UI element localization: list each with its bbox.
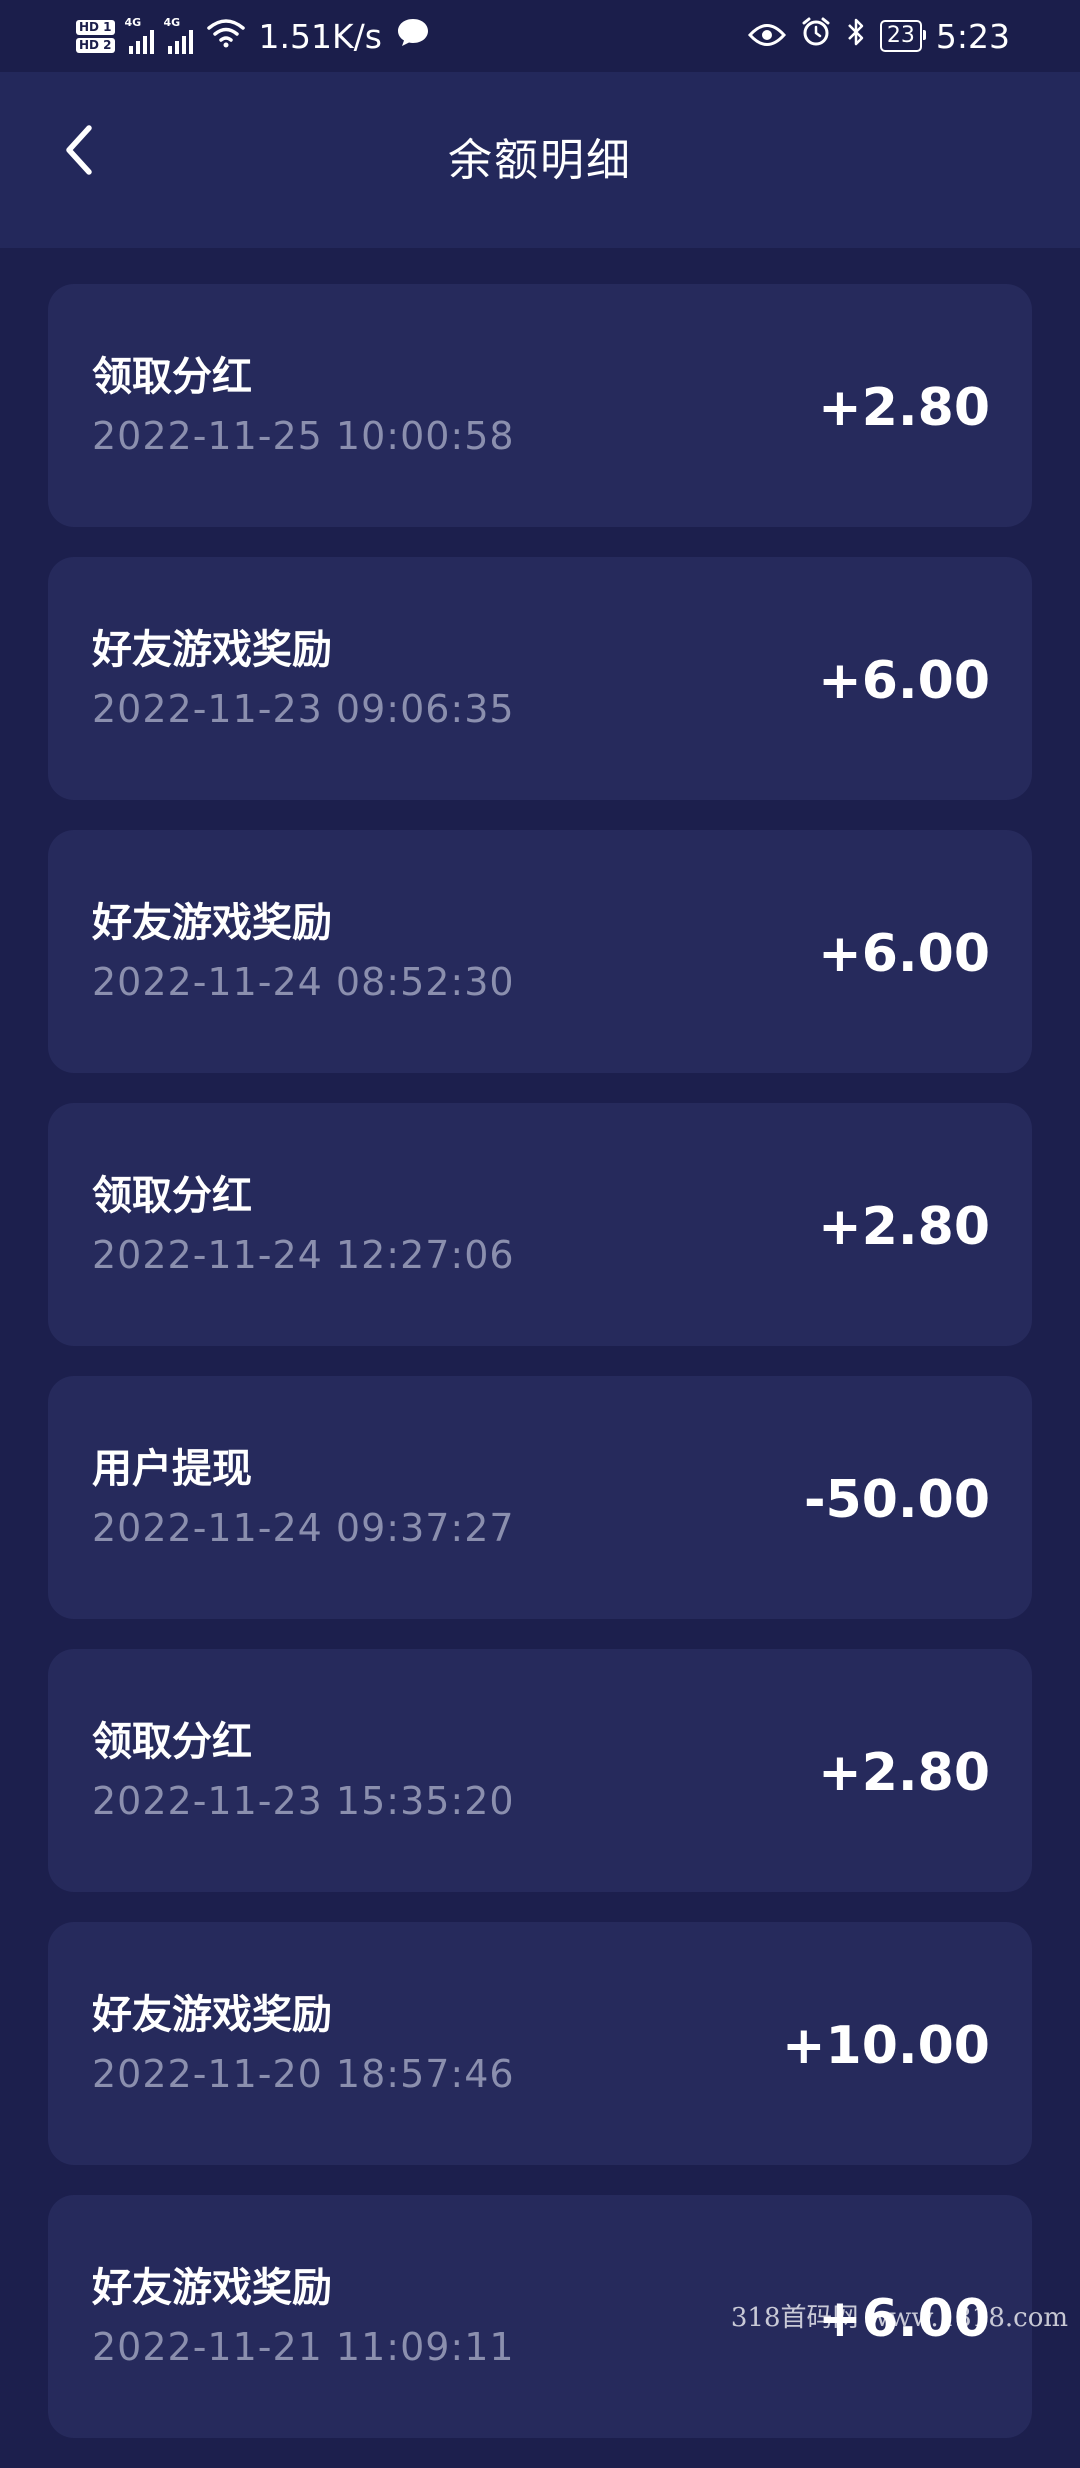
page-title: 余额明细 (448, 135, 632, 186)
record-title: 用户提现 (92, 1446, 252, 1492)
status-right: 23 5:23 (747, 16, 1010, 56)
record-amount: +2.80 (818, 1743, 990, 1803)
balance-record-list: 领取分红 2022-11-25 10:00:58 +2.80 好友游戏奖励 20… (48, 284, 1032, 2468)
list-item[interactable]: 用户提现 2022-11-24 09:37:27 -50.00 (48, 1376, 1032, 1619)
list-item[interactable]: 好友游戏奖励 2022-11-24 08:52:30 +6.00 (48, 830, 1032, 1073)
bluetooth-icon (846, 16, 866, 56)
network-speed: 1.51K/s (258, 16, 382, 56)
record-amount: +2.80 (818, 378, 990, 438)
watermark: 318首码网 www.1318.com (730, 2303, 1068, 2333)
record-time: 2022-11-24 12:27:06 (92, 1233, 515, 1277)
signal-icon: 4G (125, 16, 154, 54)
record-time: 2022-11-23 15:35:20 (92, 1779, 515, 1823)
chat-bubble-icon (396, 16, 430, 56)
list-item[interactable]: 好友游戏奖励 2022-11-20 18:57:46 +10.00 (48, 1922, 1032, 2165)
record-time: 2022-11-25 10:00:58 (92, 414, 515, 458)
battery-icon: 23 (879, 20, 926, 52)
signal-icon-2: 4G (164, 16, 193, 54)
record-title: 好友游戏奖励 (92, 2265, 332, 2311)
top-header: 余额明细 (0, 72, 1080, 248)
record-amount: +10.00 (781, 2016, 990, 2076)
record-title: 好友游戏奖励 (92, 1992, 332, 2038)
record-amount: +6.00 (818, 651, 990, 711)
record-title: 领取分红 (92, 1173, 252, 1219)
list-item[interactable]: 领取分红 2022-11-23 15:35:20 +2.80 (48, 1649, 1032, 1892)
status-bar: HD 1 HD 2 4G 4G 1.51K/s 23 5:23 (0, 0, 1080, 72)
record-amount: +6.00 (818, 924, 990, 984)
eye-icon (747, 17, 786, 56)
alarm-icon (800, 16, 832, 56)
record-title: 好友游戏奖励 (92, 627, 332, 673)
record-amount: -50.00 (803, 1470, 990, 1530)
record-time: 2022-11-24 09:37:27 (92, 1506, 515, 1550)
record-title: 好友游戏奖励 (92, 900, 332, 946)
wifi-icon (206, 17, 245, 56)
record-time: 2022-11-21 11:09:11 (92, 2325, 515, 2369)
hd-icon: HD 1 HD 2 (76, 19, 115, 53)
list-item[interactable]: 好友游戏奖励 2022-11-23 09:06:35 +6.00 (48, 557, 1032, 800)
record-amount: +2.80 (818, 1197, 990, 1257)
network-type-label: 4G (124, 16, 142, 29)
list-item[interactable]: 领取分红 2022-11-24 12:27:06 +2.80 (48, 1103, 1032, 1346)
clock-time: 5:23 (935, 16, 1010, 56)
status-left: HD 1 HD 2 4G 4G 1.51K/s (76, 16, 430, 56)
record-title: 领取分红 (92, 1719, 252, 1765)
record-time: 2022-11-24 08:52:30 (92, 960, 515, 1004)
hd1-badge: HD 1 (76, 19, 115, 35)
network-type-label-2: 4G (163, 16, 181, 29)
record-time: 2022-11-20 18:57:46 (92, 2052, 515, 2096)
list-item[interactable]: 领取分红 2022-11-25 10:00:58 +2.80 (48, 284, 1032, 527)
hd2-badge: HD 2 (76, 37, 115, 53)
record-title: 领取分红 (92, 354, 252, 400)
record-time: 2022-11-23 09:06:35 (92, 687, 515, 731)
